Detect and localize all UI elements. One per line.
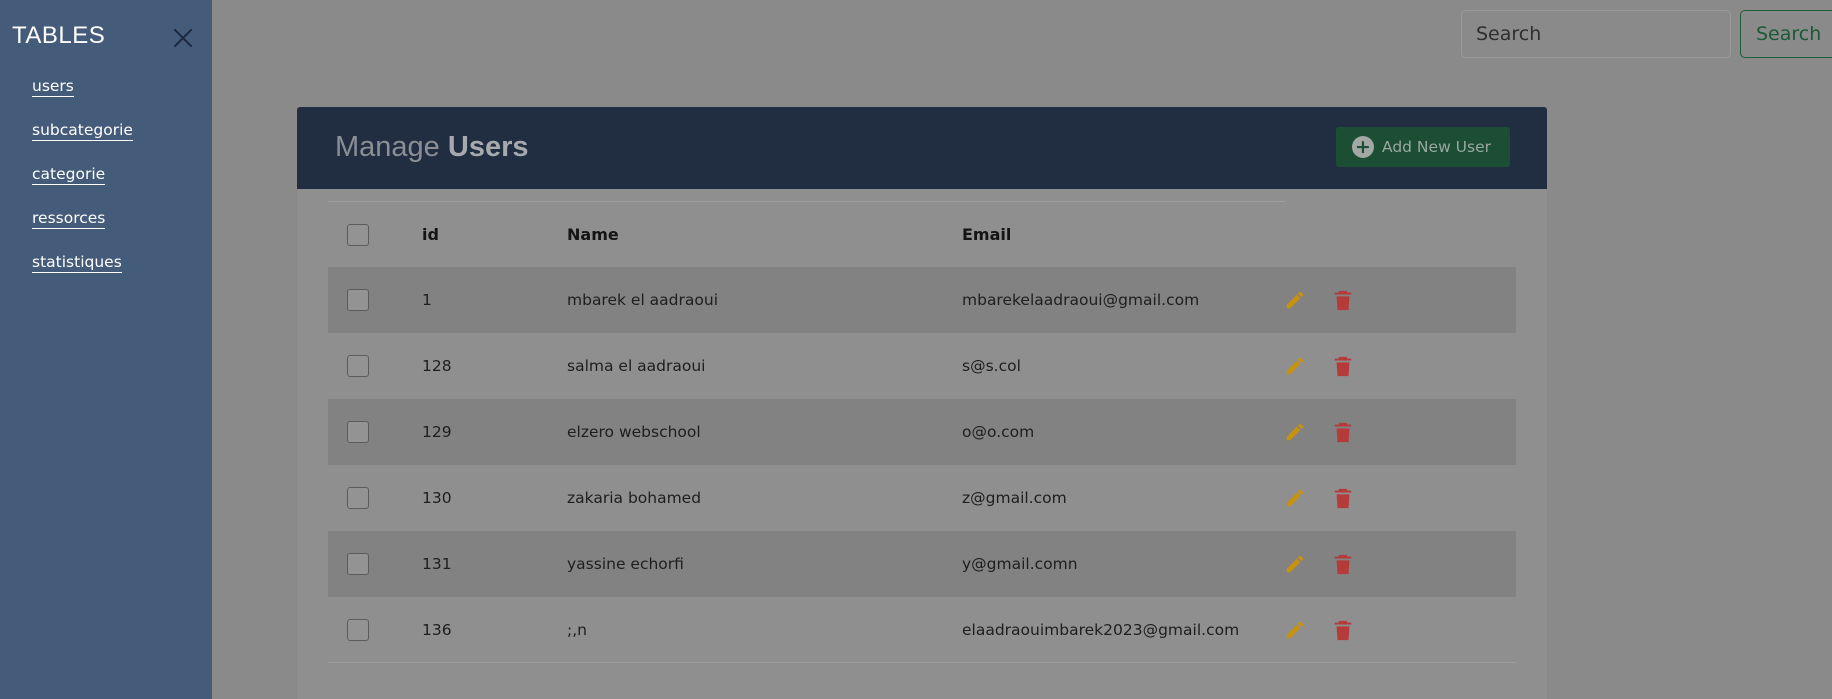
row-checkbox[interactable]	[347, 618, 369, 641]
page-title-bold: Users	[447, 131, 529, 163]
sidebar: TABLES users subcategorie categorie ress…	[0, 0, 212, 699]
trash-icon[interactable]	[1331, 618, 1355, 642]
card-header: Manage Users + Add New User	[297, 107, 1547, 189]
cell-name: salma el aadraoui	[567, 357, 706, 375]
close-icon[interactable]	[170, 25, 196, 51]
users-table: id Name Email 1 mbarek el aadraoui mbare…	[328, 202, 1516, 663]
cell-email: elaadraouimbarek2023@gmail.com	[962, 620, 1240, 639]
cell-name: yassine echorfi	[567, 555, 684, 573]
sidebar-item-categorie[interactable]: categorie	[32, 165, 106, 185]
cell-name: mbarek el aadraoui	[567, 291, 718, 309]
column-header-name: Name	[567, 225, 619, 244]
row-checkbox[interactable]	[347, 289, 369, 311]
plus-circle-icon: +	[1352, 136, 1374, 158]
pencil-icon[interactable]	[1283, 618, 1307, 642]
pencil-icon[interactable]	[1283, 486, 1307, 510]
cell-email: o@o.com	[962, 423, 1035, 441]
table-header-row: id Name Email	[328, 202, 1516, 267]
cell-id: 129	[422, 423, 452, 441]
cell-email: s@s.col	[962, 357, 1021, 375]
cell-name: elzero webschool	[567, 423, 701, 441]
table-row: 128 salma el aadraoui s@s.col	[328, 333, 1516, 399]
sidebar-nav: users subcategorie categorie ressorces s…	[32, 77, 133, 297]
sidebar-item-users[interactable]: users	[32, 77, 74, 97]
row-checkbox[interactable]	[347, 421, 369, 443]
pencil-icon[interactable]	[1283, 552, 1307, 576]
sidebar-item-ressorces[interactable]: ressorces	[32, 209, 106, 229]
sidebar-title: TABLES	[12, 22, 106, 49]
cell-id: 130	[422, 489, 452, 507]
table-row: 136 ;,n elaadraouimbarek2023@gmail.com	[328, 597, 1516, 663]
row-checkbox[interactable]	[347, 487, 369, 509]
trash-icon[interactable]	[1331, 354, 1355, 378]
sidebar-item-statistiques[interactable]: statistiques	[32, 253, 122, 273]
cell-email: mbarekelaadraoui@gmail.com	[962, 291, 1200, 309]
table-row: 1 mbarek el aadraoui mbarekelaadraoui@gm…	[328, 267, 1516, 333]
trash-icon[interactable]	[1331, 420, 1355, 444]
select-all-checkbox[interactable]	[347, 223, 369, 246]
search-input[interactable]	[1461, 10, 1731, 58]
cell-name: ;,n	[567, 620, 587, 639]
row-checkbox[interactable]	[347, 355, 369, 377]
column-header-id: id	[422, 225, 439, 244]
table-row: 131 yassine echorfi y@gmail.comn	[328, 531, 1516, 597]
add-new-user-button[interactable]: + Add New User	[1336, 127, 1510, 167]
trash-icon[interactable]	[1331, 552, 1355, 576]
table-row: 129 elzero webschool o@o.com	[328, 399, 1516, 465]
cell-email: y@gmail.comn	[962, 555, 1078, 573]
trash-icon[interactable]	[1331, 486, 1355, 510]
add-new-user-label: Add New User	[1382, 138, 1491, 156]
column-header-email: Email	[962, 225, 1012, 244]
cell-email: z@gmail.com	[962, 489, 1067, 507]
cell-id: 128	[422, 357, 452, 375]
trash-icon[interactable]	[1331, 288, 1355, 312]
page-title: Manage Users	[335, 131, 529, 164]
sidebar-item-subcategorie[interactable]: subcategorie	[32, 121, 133, 141]
page-title-prefix: Manage	[335, 131, 440, 163]
pencil-icon[interactable]	[1283, 354, 1307, 378]
cell-name: zakaria bohamed	[567, 489, 702, 507]
table-row: 130 zakaria bohamed z@gmail.com	[328, 465, 1516, 531]
cell-id: 1	[422, 291, 432, 309]
cell-id: 131	[422, 555, 452, 573]
row-checkbox[interactable]	[347, 553, 369, 575]
pencil-icon[interactable]	[1283, 288, 1307, 312]
pencil-icon[interactable]	[1283, 420, 1307, 444]
manage-users-card: Manage Users + Add New User id Name Emai…	[297, 107, 1547, 699]
search-button[interactable]: Search	[1740, 10, 1832, 58]
cell-id: 136	[422, 620, 452, 639]
